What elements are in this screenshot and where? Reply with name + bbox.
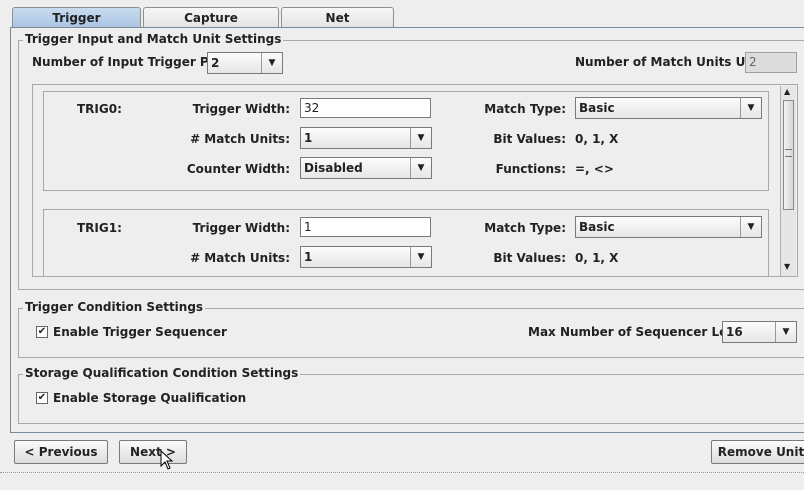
trig0-width-label: Trigger Width: xyxy=(192,102,290,116)
trig1-match-type-select[interactable]: Basic ▼ xyxy=(575,216,762,238)
enable-storage-label[interactable]: Enable Storage Qualification xyxy=(53,391,246,405)
match-used-field: 2 xyxy=(745,52,797,73)
trig0-functions-label: Functions: xyxy=(495,162,566,176)
chevron-down-icon: ▼ xyxy=(261,53,282,73)
storage-legend: Storage Qualification Condition Settings xyxy=(23,366,301,380)
trig1-match-units-value: 1 xyxy=(304,250,313,264)
previous-button[interactable]: < Previous xyxy=(14,440,108,464)
chevron-down-icon: ▼ xyxy=(410,128,431,148)
trig1-width-label: Trigger Width: xyxy=(192,221,290,235)
enable-sequencer-label[interactable]: Enable Trigger Sequencer xyxy=(53,325,227,339)
remove-unit-button[interactable]: Remove Unit xyxy=(711,440,804,464)
trig0-counter-value: Disabled xyxy=(304,161,363,175)
trig0-counter-select[interactable]: Disabled ▼ xyxy=(300,157,432,179)
status-strip xyxy=(0,472,804,477)
chevron-down-icon: ▼ xyxy=(775,322,796,342)
grip-icon xyxy=(785,149,792,157)
trigger-input-legend: Trigger Input and Match Unit Settings xyxy=(23,32,284,46)
ports-value: 2 xyxy=(211,56,220,70)
trig1-match-units-select[interactable]: 1 ▼ xyxy=(300,246,432,268)
sequencer-levels-value: 16 xyxy=(726,325,743,339)
next-button[interactable]: Next > xyxy=(119,440,187,464)
trig1-match-type-value: Basic xyxy=(579,220,615,234)
ports-select[interactable]: 2 ▼ xyxy=(207,52,283,74)
trig0-counter-label: Counter Width: xyxy=(186,162,290,176)
sequencer-levels-select[interactable]: 16 ▼ xyxy=(722,321,797,343)
scrollbar-thumb[interactable] xyxy=(783,100,794,210)
trig0-bit-values: 0, 1, X xyxy=(575,132,619,146)
cursor-icon xyxy=(160,450,174,470)
trig0-name: TRIG0: xyxy=(77,102,122,116)
chevron-down-icon: ▼ xyxy=(740,217,761,237)
trig0-match-units-label: # Match Units: xyxy=(190,132,290,146)
enable-storage-checkbox[interactable]: ✔ xyxy=(36,392,48,404)
chevron-down-icon: ▼ xyxy=(410,158,431,178)
trig0-functions: =, <> xyxy=(575,162,614,176)
trig0-match-type-value: Basic xyxy=(579,101,615,115)
tab-net-connections[interactable]: Net Connections xyxy=(281,7,394,45)
trig0-match-units-select[interactable]: 1 ▼ xyxy=(300,127,432,149)
arrow-down-icon[interactable]: ▼ xyxy=(784,262,790,271)
trig0-match-type-select[interactable]: Basic ▼ xyxy=(575,97,762,119)
chevron-down-icon: ▼ xyxy=(410,247,431,267)
trig1-bit-values-label: Bit Values: xyxy=(493,251,566,265)
trig0-match-type-label: Match Type: xyxy=(484,102,566,116)
trig1-match-units-label: # Match Units: xyxy=(190,251,290,265)
arrow-up-icon[interactable]: ▲ xyxy=(784,87,790,96)
vertical-scrollbar[interactable]: ▲ ▼ xyxy=(780,86,796,276)
tab-trigger-parameters[interactable]: Trigger Parameters xyxy=(12,7,141,45)
trig1-width-input[interactable]: 1 xyxy=(300,217,431,237)
trig1-match-type-label: Match Type: xyxy=(484,221,566,235)
tab-capture-parameters[interactable]: Capture Parameters xyxy=(143,7,279,45)
trig0-width-input[interactable]: 32 xyxy=(300,98,431,118)
trig0-bit-values-label: Bit Values: xyxy=(493,132,566,146)
trig1-name: TRIG1: xyxy=(77,221,122,235)
trig0-match-units-value: 1 xyxy=(304,131,313,145)
trig1-bit-values: 0, 1, X xyxy=(575,251,619,265)
chevron-down-icon: ▼ xyxy=(740,98,761,118)
trigger-condition-legend: Trigger Condition Settings xyxy=(23,300,206,314)
enable-sequencer-checkbox[interactable]: ✔ xyxy=(36,326,48,338)
